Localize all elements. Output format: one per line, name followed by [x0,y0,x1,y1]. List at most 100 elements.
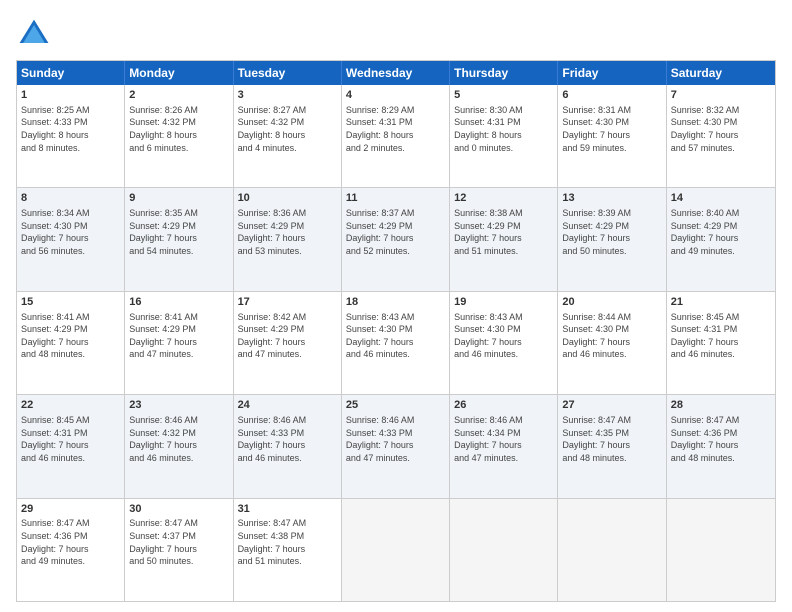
day-number: 4 [346,88,445,103]
cell-info: Sunrise: 8:47 AM Sunset: 4:35 PM Dayligh… [562,414,661,464]
day-number: 19 [454,295,553,310]
day-number: 27 [562,398,661,413]
cal-header-day: Tuesday [234,61,342,85]
calendar-cell [342,499,450,601]
cell-info: Sunrise: 8:43 AM Sunset: 4:30 PM Dayligh… [346,311,445,361]
cell-info: Sunrise: 8:47 AM Sunset: 4:36 PM Dayligh… [671,414,771,464]
calendar-cell: 3Sunrise: 8:27 AM Sunset: 4:32 PM Daylig… [234,85,342,187]
calendar-cell: 27Sunrise: 8:47 AM Sunset: 4:35 PM Dayli… [558,395,666,497]
cal-header-day: Friday [558,61,666,85]
calendar-cell: 19Sunrise: 8:43 AM Sunset: 4:30 PM Dayli… [450,292,558,394]
cal-header-day: Thursday [450,61,558,85]
day-number: 6 [562,88,661,103]
cell-info: Sunrise: 8:46 AM Sunset: 4:33 PM Dayligh… [346,414,445,464]
calendar-cell: 5Sunrise: 8:30 AM Sunset: 4:31 PM Daylig… [450,85,558,187]
day-number: 9 [129,191,228,206]
cell-info: Sunrise: 8:45 AM Sunset: 4:31 PM Dayligh… [21,414,120,464]
day-number: 1 [21,88,120,103]
calendar-cell [667,499,775,601]
cell-info: Sunrise: 8:47 AM Sunset: 4:36 PM Dayligh… [21,517,120,567]
calendar-row: 22Sunrise: 8:45 AM Sunset: 4:31 PM Dayli… [17,394,775,497]
calendar-cell: 9Sunrise: 8:35 AM Sunset: 4:29 PM Daylig… [125,188,233,290]
day-number: 16 [129,295,228,310]
day-number: 10 [238,191,337,206]
day-number: 28 [671,398,771,413]
logo-icon [16,16,52,52]
calendar-cell [558,499,666,601]
calendar-cell: 1Sunrise: 8:25 AM Sunset: 4:33 PM Daylig… [17,85,125,187]
calendar-row: 29Sunrise: 8:47 AM Sunset: 4:36 PM Dayli… [17,498,775,601]
calendar-cell: 11Sunrise: 8:37 AM Sunset: 4:29 PM Dayli… [342,188,450,290]
calendar-row: 15Sunrise: 8:41 AM Sunset: 4:29 PM Dayli… [17,291,775,394]
calendar-cell: 20Sunrise: 8:44 AM Sunset: 4:30 PM Dayli… [558,292,666,394]
cal-header-day: Monday [125,61,233,85]
cell-info: Sunrise: 8:27 AM Sunset: 4:32 PM Dayligh… [238,104,337,154]
cell-info: Sunrise: 8:39 AM Sunset: 4:29 PM Dayligh… [562,207,661,257]
day-number: 20 [562,295,661,310]
day-number: 2 [129,88,228,103]
cell-info: Sunrise: 8:46 AM Sunset: 4:34 PM Dayligh… [454,414,553,464]
calendar-cell: 25Sunrise: 8:46 AM Sunset: 4:33 PM Dayli… [342,395,450,497]
day-number: 24 [238,398,337,413]
calendar-cell: 17Sunrise: 8:42 AM Sunset: 4:29 PM Dayli… [234,292,342,394]
logo [16,16,56,52]
calendar-cell: 8Sunrise: 8:34 AM Sunset: 4:30 PM Daylig… [17,188,125,290]
cell-info: Sunrise: 8:46 AM Sunset: 4:33 PM Dayligh… [238,414,337,464]
calendar: SundayMondayTuesdayWednesdayThursdayFrid… [16,60,776,602]
calendar-cell [450,499,558,601]
calendar-cell: 14Sunrise: 8:40 AM Sunset: 4:29 PM Dayli… [667,188,775,290]
day-number: 25 [346,398,445,413]
cell-info: Sunrise: 8:34 AM Sunset: 4:30 PM Dayligh… [21,207,120,257]
cell-info: Sunrise: 8:41 AM Sunset: 4:29 PM Dayligh… [129,311,228,361]
cell-info: Sunrise: 8:40 AM Sunset: 4:29 PM Dayligh… [671,207,771,257]
day-number: 21 [671,295,771,310]
calendar-cell: 12Sunrise: 8:38 AM Sunset: 4:29 PM Dayli… [450,188,558,290]
calendar-cell: 26Sunrise: 8:46 AM Sunset: 4:34 PM Dayli… [450,395,558,497]
day-number: 15 [21,295,120,310]
cell-info: Sunrise: 8:26 AM Sunset: 4:32 PM Dayligh… [129,104,228,154]
cell-info: Sunrise: 8:43 AM Sunset: 4:30 PM Dayligh… [454,311,553,361]
cal-header-day: Wednesday [342,61,450,85]
day-number: 18 [346,295,445,310]
cell-info: Sunrise: 8:45 AM Sunset: 4:31 PM Dayligh… [671,311,771,361]
calendar-cell: 6Sunrise: 8:31 AM Sunset: 4:30 PM Daylig… [558,85,666,187]
day-number: 26 [454,398,553,413]
day-number: 5 [454,88,553,103]
cell-info: Sunrise: 8:36 AM Sunset: 4:29 PM Dayligh… [238,207,337,257]
calendar-cell: 30Sunrise: 8:47 AM Sunset: 4:37 PM Dayli… [125,499,233,601]
cell-info: Sunrise: 8:46 AM Sunset: 4:32 PM Dayligh… [129,414,228,464]
cell-info: Sunrise: 8:37 AM Sunset: 4:29 PM Dayligh… [346,207,445,257]
day-number: 22 [21,398,120,413]
cell-info: Sunrise: 8:25 AM Sunset: 4:33 PM Dayligh… [21,104,120,154]
calendar-header: SundayMondayTuesdayWednesdayThursdayFrid… [17,61,775,85]
day-number: 31 [238,502,337,517]
calendar-cell: 16Sunrise: 8:41 AM Sunset: 4:29 PM Dayli… [125,292,233,394]
day-number: 8 [21,191,120,206]
cell-info: Sunrise: 8:42 AM Sunset: 4:29 PM Dayligh… [238,311,337,361]
day-number: 13 [562,191,661,206]
calendar-cell: 24Sunrise: 8:46 AM Sunset: 4:33 PM Dayli… [234,395,342,497]
day-number: 11 [346,191,445,206]
header [16,16,776,52]
day-number: 7 [671,88,771,103]
calendar-cell: 15Sunrise: 8:41 AM Sunset: 4:29 PM Dayli… [17,292,125,394]
cal-header-day: Saturday [667,61,775,85]
calendar-cell: 22Sunrise: 8:45 AM Sunset: 4:31 PM Dayli… [17,395,125,497]
cell-info: Sunrise: 8:47 AM Sunset: 4:38 PM Dayligh… [238,517,337,567]
calendar-cell: 2Sunrise: 8:26 AM Sunset: 4:32 PM Daylig… [125,85,233,187]
cell-info: Sunrise: 8:38 AM Sunset: 4:29 PM Dayligh… [454,207,553,257]
cell-info: Sunrise: 8:35 AM Sunset: 4:29 PM Dayligh… [129,207,228,257]
day-number: 17 [238,295,337,310]
day-number: 3 [238,88,337,103]
cell-info: Sunrise: 8:41 AM Sunset: 4:29 PM Dayligh… [21,311,120,361]
calendar-cell: 23Sunrise: 8:46 AM Sunset: 4:32 PM Dayli… [125,395,233,497]
cell-info: Sunrise: 8:29 AM Sunset: 4:31 PM Dayligh… [346,104,445,154]
day-number: 23 [129,398,228,413]
cell-info: Sunrise: 8:32 AM Sunset: 4:30 PM Dayligh… [671,104,771,154]
calendar-cell: 21Sunrise: 8:45 AM Sunset: 4:31 PM Dayli… [667,292,775,394]
calendar-cell: 29Sunrise: 8:47 AM Sunset: 4:36 PM Dayli… [17,499,125,601]
calendar-cell: 31Sunrise: 8:47 AM Sunset: 4:38 PM Dayli… [234,499,342,601]
calendar-row: 8Sunrise: 8:34 AM Sunset: 4:30 PM Daylig… [17,187,775,290]
day-number: 12 [454,191,553,206]
calendar-row: 1Sunrise: 8:25 AM Sunset: 4:33 PM Daylig… [17,85,775,187]
